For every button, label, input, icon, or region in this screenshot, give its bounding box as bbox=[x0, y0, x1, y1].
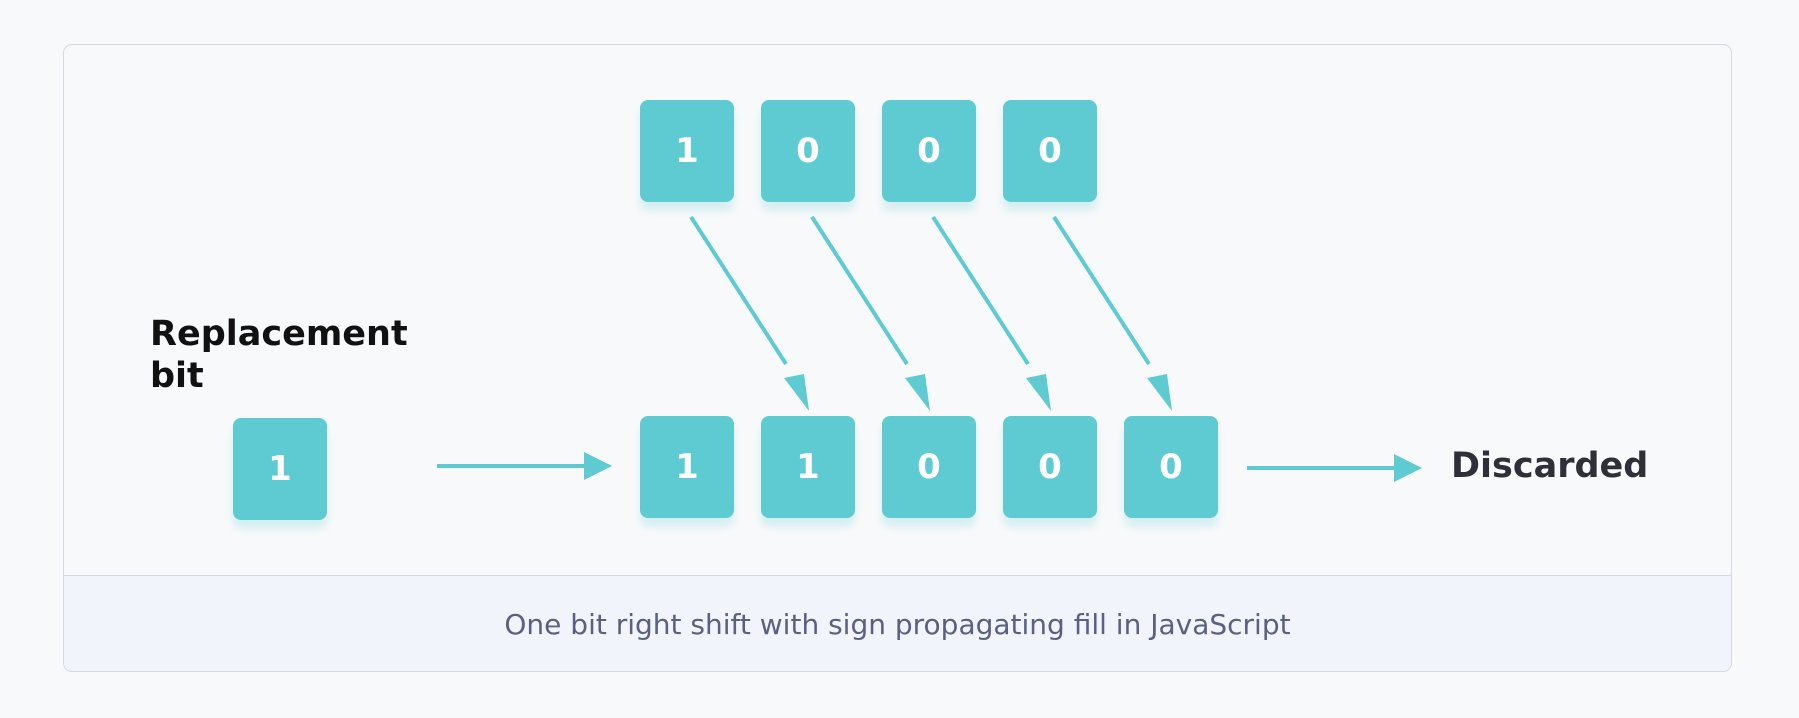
top-bit-0: 1 bbox=[640, 100, 734, 202]
replacement-bit: 1 bbox=[233, 418, 327, 520]
shift-arrow-heads bbox=[784, 374, 1172, 411]
replacement-label-line1: Replacement bbox=[150, 314, 408, 354]
top-bit-2-value: 0 bbox=[917, 131, 941, 171]
top-bit-1: 0 bbox=[761, 100, 855, 202]
discarded-label: Discarded bbox=[1451, 446, 1649, 486]
replacement-label-line2: bit bbox=[150, 356, 204, 396]
shift-arrow-2 bbox=[810, 215, 909, 366]
shift-diagram: 1 0 0 0 1 1 0 0 0 1 Replacement bit Disc… bbox=[64, 45, 1731, 575]
top-bit-1-value: 0 bbox=[796, 131, 820, 171]
bottom-bit-2-value: 0 bbox=[917, 447, 941, 487]
replacement-bit-value: 1 bbox=[268, 449, 292, 489]
bottom-bit-4-value: 0 bbox=[1159, 447, 1183, 487]
replacement-label: Replacement bit bbox=[150, 313, 408, 397]
shift-arrow-1 bbox=[689, 215, 788, 366]
shift-arrow-head-3 bbox=[1026, 374, 1051, 411]
bottom-bit-2: 0 bbox=[882, 416, 976, 518]
bottom-bit-3-value: 0 bbox=[1038, 447, 1062, 487]
figure-caption: One bit right shift with sign propagatin… bbox=[504, 607, 1291, 641]
shift-arrow-head-1 bbox=[784, 374, 809, 411]
top-bit-0-value: 1 bbox=[675, 131, 699, 171]
bottom-bit-0: 1 bbox=[640, 416, 734, 518]
bottom-bit-1: 1 bbox=[761, 416, 855, 518]
caption-bar: One bit right shift with sign propagatin… bbox=[64, 575, 1731, 671]
bottom-bit-1-value: 1 bbox=[796, 447, 820, 487]
shift-arrow-head-2 bbox=[905, 374, 930, 411]
bottom-bit-4: 0 bbox=[1124, 416, 1218, 518]
discard-arrow-head bbox=[1394, 454, 1422, 482]
figure-card: 1 0 0 0 1 1 0 0 0 1 Replacement bit Disc… bbox=[63, 44, 1732, 672]
shift-arrows bbox=[689, 215, 1151, 366]
bottom-bit-3: 0 bbox=[1003, 416, 1097, 518]
top-bit-3: 0 bbox=[1003, 100, 1097, 202]
shift-arrow-4 bbox=[1052, 215, 1151, 366]
top-bit-2: 0 bbox=[882, 100, 976, 202]
shift-arrow-3 bbox=[931, 215, 1030, 366]
fill-arrow-head bbox=[584, 452, 612, 480]
bottom-bit-0-value: 1 bbox=[675, 447, 699, 487]
top-bit-3-value: 0 bbox=[1038, 131, 1062, 171]
shift-arrow-head-4 bbox=[1147, 374, 1172, 411]
